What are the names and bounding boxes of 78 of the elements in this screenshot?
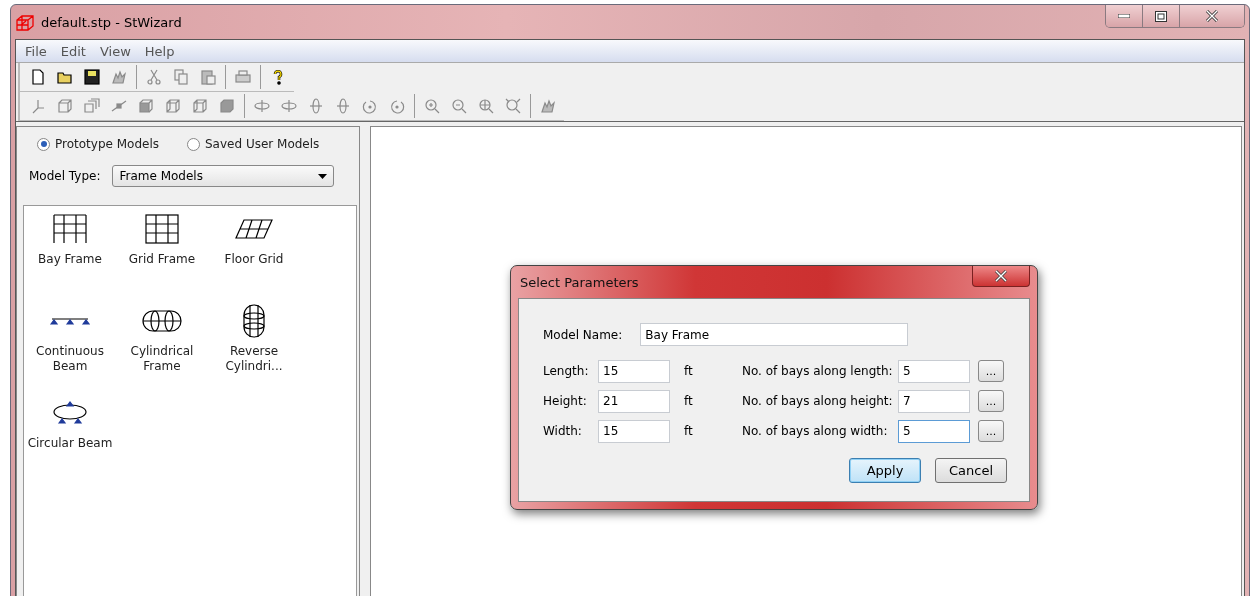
browse-button[interactable]: ... [978, 360, 1004, 382]
wireframe-cube-icon [191, 97, 209, 115]
radio-label[interactable]: Saved User Models [205, 137, 320, 151]
dialog-button[interactable]: Apply [849, 458, 921, 483]
zoom-in-icon [423, 97, 441, 115]
menu-item[interactable]: Help [139, 43, 180, 59]
menu-item[interactable]: File [20, 43, 52, 59]
model-label[interactable]: Floor Grid [224, 252, 284, 267]
bay-frame-icon [52, 212, 88, 246]
dialog-button[interactable]: Cancel [935, 458, 1007, 483]
field-label: No. of bays along length: [742, 364, 894, 378]
minimize-icon [1118, 14, 1130, 18]
input-field[interactable]: 15 [598, 419, 670, 443]
ring-beam-icon [50, 401, 90, 425]
horizontal-rotate-icon [280, 97, 298, 115]
cube-icon [56, 97, 74, 115]
browse-button[interactable]: ... [978, 420, 1004, 442]
close-icon [994, 270, 1008, 282]
maximize-button[interactable] [1143, 5, 1180, 27]
menu-item[interactable]: View [94, 43, 136, 59]
model-label[interactable]: Cylindrical Frame [116, 344, 208, 374]
grid-frame-icon [144, 212, 180, 246]
field-label: No. of bays along width: [742, 424, 889, 438]
hand-icon [110, 68, 128, 86]
upright-cylinder-icon [241, 304, 267, 338]
printer-icon [234, 68, 252, 86]
model-label[interactable]: Bay Frame [38, 252, 102, 267]
model-label[interactable]: Reverse Cylindri... [208, 344, 300, 374]
beam-icon [50, 317, 90, 325]
new-file-icon [29, 68, 47, 86]
input-field[interactable]: 7 [898, 389, 970, 413]
field-label: Model Name: [543, 327, 623, 342]
caret-icon [318, 173, 328, 179]
unit-label: ft [683, 364, 694, 378]
zoom-fit-icon [477, 97, 495, 115]
wireframe-cube-icon [164, 97, 182, 115]
close-button[interactable] [972, 266, 1030, 287]
model-type-dropdown[interactable]: Frame Models [112, 165, 335, 187]
dialog-title: Select Parameters [520, 274, 639, 290]
close-icon [1205, 10, 1219, 22]
stacked-cubes-icon [83, 97, 101, 115]
field-label: Width: [543, 424, 583, 438]
field-label: Height: [543, 394, 588, 408]
minimize-button[interactable] [1106, 5, 1143, 27]
model-name-field[interactable]: Bay Frame [640, 323, 909, 346]
scissors-icon [145, 68, 163, 86]
solid-block-icon [218, 97, 236, 115]
maximize-icon [1155, 10, 1167, 22]
app-logo-icon [15, 13, 35, 31]
field-label: No. of bays along height: [742, 394, 894, 408]
model-label[interactable]: Continuous Beam [24, 344, 116, 374]
field-label: Length: [543, 364, 590, 378]
radio-label[interactable]: Prototype Models [55, 137, 159, 151]
radio-button[interactable] [37, 137, 50, 151]
window-title: default.stp - StWizard [41, 14, 182, 30]
unit-label: ft [683, 394, 694, 408]
input-field[interactable]: 15 [598, 359, 670, 383]
hand-icon [539, 97, 557, 115]
radio-button[interactable] [187, 137, 200, 151]
model-label[interactable]: Circular Beam [27, 436, 113, 451]
zoom-out-icon [450, 97, 468, 115]
vertical-rotate-icon [334, 97, 352, 115]
rotate-left-icon [361, 97, 379, 115]
input-field[interactable]: 21 [598, 389, 670, 413]
menu-item[interactable]: Edit [55, 43, 91, 59]
input-field[interactable]: 5 [898, 359, 970, 383]
model-type-label: Model Type: [29, 169, 101, 183]
shaded-cube-icon [137, 97, 155, 115]
input-field[interactable]: 5 [898, 419, 970, 443]
browse-button[interactable]: ... [978, 390, 1004, 412]
model-label[interactable]: Grid Frame [128, 252, 196, 267]
rotate-right-icon [388, 97, 406, 115]
vertical-rotate-icon [307, 97, 325, 115]
horizontal-rotate-icon [253, 97, 271, 115]
clipboard-icon [199, 68, 217, 86]
zoom-window-icon [504, 97, 522, 115]
copy-icon [172, 68, 190, 86]
unit-label: ft [683, 424, 694, 438]
